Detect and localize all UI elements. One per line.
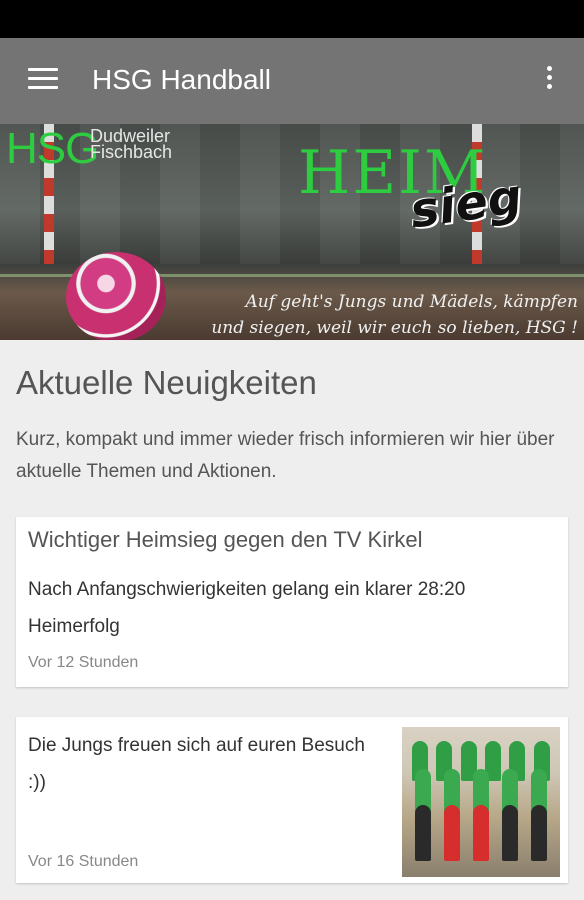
banner-slogan: Auf geht's Jungs und Mädels, kämpfen und… bbox=[168, 289, 578, 340]
header-banner-image: HSG Dudweiler Fischbach HEIM sieg Auf ge… bbox=[0, 124, 584, 340]
app-bar: HSG Handball bbox=[0, 38, 584, 124]
section-intro: Kurz, kompakt und immer wieder frisch in… bbox=[16, 429, 555, 482]
slogan-line2: und siegen, weil wir euch so lieben, HSG… bbox=[211, 318, 578, 338]
app-title: HSG Handball bbox=[92, 64, 271, 95]
news-card-title: Wichtiger Heimsieg gegen den TV Kirkel bbox=[28, 527, 423, 552]
photo-row-front bbox=[408, 805, 554, 861]
club-logo-subtitle: Dudweiler Fischbach bbox=[90, 127, 173, 162]
team-photo-thumbnail bbox=[402, 727, 560, 877]
club-logo-text: HSG bbox=[6, 124, 99, 173]
status-bar bbox=[0, 0, 584, 38]
news-card[interactable]: Die Jungs freuen sich auf euren Besuch :… bbox=[16, 717, 568, 883]
news-card-timestamp: Vor 12 Stunden bbox=[28, 654, 139, 671]
news-card-text: Die Jungs freuen sich auf euren Besuch :… bbox=[28, 735, 365, 793]
news-card-text: Nach Anfangschwierigkeiten gelang ein kl… bbox=[28, 579, 466, 637]
slogan-line1: Auf geht's Jungs und Mädels, kämpfen bbox=[245, 292, 578, 312]
hamburger-menu-icon[interactable] bbox=[28, 68, 58, 92]
handball-image bbox=[66, 252, 166, 340]
section-title: Aktuelle Neuigkeiten bbox=[16, 364, 317, 401]
news-card[interactable]: Wichtiger Heimsieg gegen den TV Kirkel N… bbox=[16, 517, 568, 687]
logo-subtitle-line2: Fischbach bbox=[90, 142, 173, 162]
news-card-timestamp: Vor 16 Stunden bbox=[28, 853, 139, 870]
more-vert-icon[interactable] bbox=[538, 66, 560, 96]
